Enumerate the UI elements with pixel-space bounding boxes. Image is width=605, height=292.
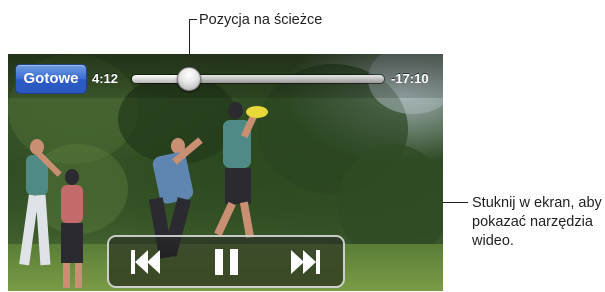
- transport-controls: [107, 235, 345, 288]
- done-button[interactable]: Gotowe: [15, 64, 87, 94]
- scrubber-played-portion: [132, 75, 183, 83]
- previous-button[interactable]: [125, 249, 165, 275]
- next-icon: [287, 249, 327, 275]
- tap-screen-callout: Stuknij w ekran, aby pokazać narzędzia w…: [472, 195, 602, 249]
- frisbee: [246, 106, 268, 118]
- player-left: [18, 139, 62, 284]
- scrubber-callout-line-tick: [189, 19, 197, 20]
- pause-button[interactable]: [207, 249, 247, 275]
- player-second: [53, 169, 93, 289]
- remaining-time: -17:10: [391, 71, 429, 86]
- pause-icon: [207, 249, 247, 275]
- scrubber-callout: Pozycja na ścieżce: [199, 12, 323, 28]
- playhead-thumb[interactable]: [177, 67, 201, 91]
- next-button[interactable]: [287, 249, 327, 275]
- elapsed-time: 4:12: [92, 71, 119, 86]
- scrubber-track[interactable]: [132, 75, 384, 83]
- previous-icon: [125, 249, 165, 275]
